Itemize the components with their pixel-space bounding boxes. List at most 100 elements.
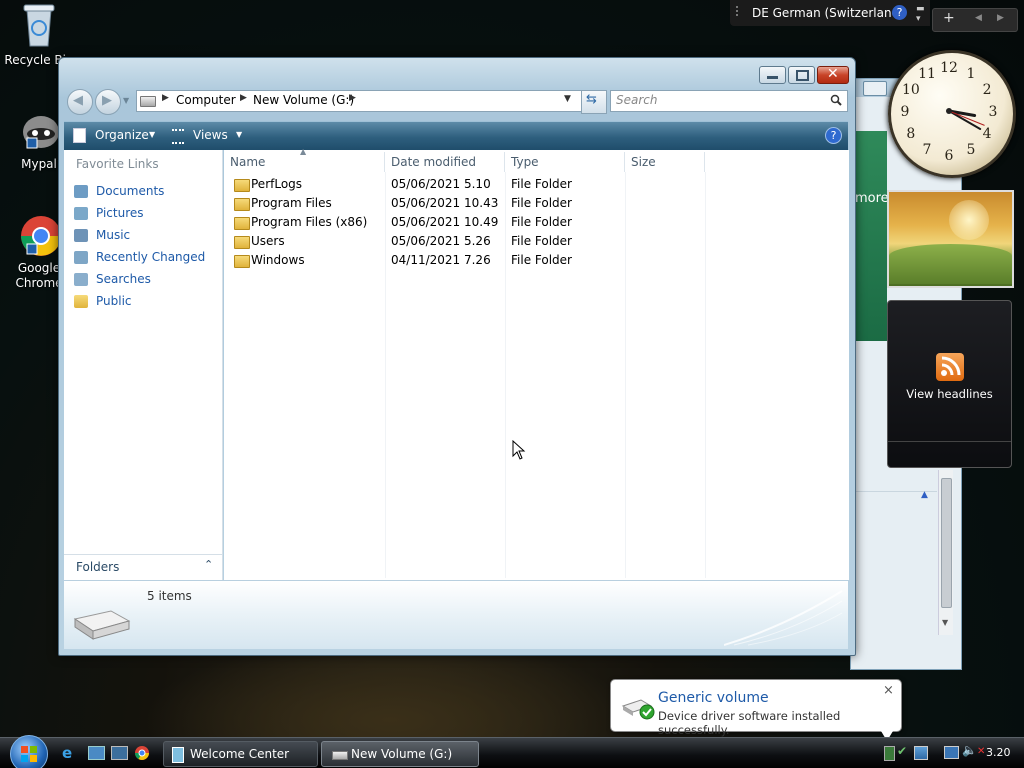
chevron-down-icon[interactable]: ▼ [149, 130, 155, 139]
file-date: 04/11/2021 7.26 [391, 253, 491, 267]
safely-remove-icon[interactable] [884, 746, 895, 761]
sort-ascending-icon: ▲ [300, 147, 307, 156]
scrollbar[interactable]: ▼ [938, 470, 953, 635]
mypal-icon [23, 116, 59, 149]
recent-pages-icon[interactable]: ▼ [123, 96, 129, 105]
network-icon[interactable] [944, 746, 959, 759]
column-label: Date modified [391, 155, 477, 169]
banner-text: more [855, 191, 889, 206]
windows-defender-icon[interactable] [914, 746, 928, 760]
scroll-down-icon[interactable]: ▼ [942, 618, 948, 627]
feed-headlines-gadget[interactable]: View headlines [887, 300, 1012, 468]
file-row[interactable]: Users 05/06/2021 5.26 File Folder [224, 232, 704, 251]
collapse-icon[interactable]: ▲ [921, 490, 928, 500]
drive-icon [140, 96, 156, 107]
nav-item-label: Searches [96, 272, 151, 286]
show-desktop-icon[interactable] [88, 746, 105, 760]
taskbar-button-new-volume[interactable]: New Volume (G:) [321, 741, 479, 767]
minimize-button[interactable] [759, 66, 786, 84]
chevron-up-icon[interactable]: ⌃ [204, 558, 213, 571]
clock-numeral: 8 [906, 126, 915, 142]
file-type: File Folder [511, 177, 572, 191]
folders-toggle[interactable]: Folders ⌃ [64, 554, 222, 581]
file-row[interactable]: Program Files (x86) 05/06/2021 10.49 Fil… [224, 213, 704, 232]
restore-icon[interactable]: ▬ ▾ [916, 4, 925, 24]
file-date: 05/06/2021 10.43 [391, 196, 499, 210]
column-header-size[interactable]: Size [625, 152, 705, 172]
slideshow-gadget[interactable] [887, 190, 1014, 288]
file-type: File Folder [511, 253, 572, 267]
explorer-window[interactable]: ✕ ◀ ▶ ▼ ▶ Computer ▶ New Volume (G:) ▶ ▼… [58, 57, 856, 656]
checkmark-icon[interactable]: ✔ [897, 744, 907, 758]
clock-gadget[interactable]: 12 1 2 3 4 5 6 7 8 9 10 11 [888, 50, 1016, 178]
nav-item-recently-changed[interactable]: Recently Changed [74, 247, 205, 267]
navigation-pane: Favorite Links Documents Pictures Music … [64, 150, 223, 580]
start-button[interactable] [10, 735, 48, 768]
chevron-down-icon[interactable]: ▼ [236, 130, 242, 139]
notification-message: Device driver software installed success… [658, 709, 841, 737]
close-icon[interactable]: × [883, 683, 894, 698]
back-button[interactable]: ◀ [67, 89, 93, 115]
clock-numeral: 7 [923, 142, 932, 158]
nav-item-searches[interactable]: Searches [74, 269, 151, 289]
nav-item-public[interactable]: Public [74, 291, 132, 311]
address-bar[interactable]: ▶ Computer ▶ New Volume (G:) ▶ ▼ [136, 90, 607, 112]
file-name: Program Files [251, 196, 332, 210]
folder-icon [234, 217, 250, 230]
nav-item-label: Recently Changed [96, 250, 206, 264]
file-row[interactable]: PerfLogs 05/06/2021 5.10 File Folder [224, 175, 704, 194]
chrome-icon[interactable] [134, 745, 150, 761]
language-label[interactable]: DE German (Switzerland) [752, 6, 904, 20]
previous-icon[interactable]: ◀ [975, 13, 982, 23]
search-icon[interactable] [830, 94, 842, 106]
view-headlines-link[interactable]: View headlines [888, 387, 1011, 401]
clock-numeral: 1 [967, 66, 976, 82]
nav-item-pictures[interactable]: Pictures [74, 203, 144, 223]
switch-windows-icon[interactable] [111, 746, 128, 760]
taskbar-clock[interactable]: 3.20 [986, 746, 1011, 759]
file-row[interactable]: Program Files 05/06/2021 10.43 File Fold… [224, 194, 704, 213]
file-date: 05/06/2021 5.26 [391, 234, 491, 248]
volume-muted-icon[interactable]: 🔈✕ [962, 743, 985, 757]
clock-numeral: 2 [983, 82, 992, 98]
notification-balloon[interactable]: Generic volume Device driver software in… [610, 679, 902, 741]
clock-numeral: 11 [918, 66, 936, 82]
column-header-date-modified[interactable]: Date modified [385, 152, 505, 172]
language-bar[interactable]: DE German (Switzerland) ? ▬ ▾ [730, 0, 930, 26]
breadcrumb-separator-icon[interactable]: ▶ [162, 93, 169, 103]
close-button[interactable]: ✕ [817, 66, 849, 84]
nav-item-music[interactable]: Music [74, 225, 130, 245]
column-header-type[interactable]: Type [505, 152, 625, 172]
organize-button[interactable]: Organize [95, 128, 149, 142]
drive-check-icon [621, 699, 655, 720]
breadcrumb-separator-icon[interactable]: ▶ [349, 93, 356, 103]
divider [888, 441, 1011, 442]
nav-item-documents[interactable]: Documents [74, 181, 164, 201]
search-input[interactable]: Search [610, 90, 848, 112]
address-dropdown-icon[interactable]: ▼ [564, 94, 571, 104]
views-button[interactable]: Views [193, 128, 228, 142]
minimize-button[interactable] [863, 81, 887, 96]
breadcrumb-separator-icon[interactable]: ▶ [240, 93, 247, 103]
breadcrumb-computer[interactable]: Computer [176, 93, 236, 107]
details-pane: 5 items [64, 580, 848, 649]
help-icon[interactable]: ? [892, 5, 907, 20]
taskbar-button-welcome-center[interactable]: Welcome Center [163, 741, 318, 767]
file-row[interactable]: Windows 04/11/2021 7.26 File Folder [224, 251, 704, 270]
add-gadget-icon[interactable]: + [943, 10, 955, 26]
help-icon[interactable]: ? [825, 127, 842, 144]
clock-numeral: 6 [945, 148, 954, 164]
sidebar-controls[interactable]: + ◀ ▶ [932, 8, 1018, 32]
internet-explorer-icon[interactable]: e [62, 744, 72, 762]
notification-title: Generic volume [658, 690, 769, 706]
file-list: Name ▲ Date modified Type Size PerfLogs … [224, 147, 849, 580]
maximize-button[interactable] [788, 66, 815, 84]
folders-label: Folders [76, 560, 120, 574]
recycle-bin-icon [23, 4, 55, 47]
next-icon[interactable]: ▶ [997, 13, 1004, 23]
forward-button[interactable]: ▶ [95, 89, 121, 115]
column-divider [705, 172, 706, 578]
refresh-button[interactable]: ⇆ [581, 90, 607, 114]
scrollbar-thumb[interactable] [941, 478, 952, 608]
breadcrumb-new-volume[interactable]: New Volume (G:) [253, 93, 354, 107]
